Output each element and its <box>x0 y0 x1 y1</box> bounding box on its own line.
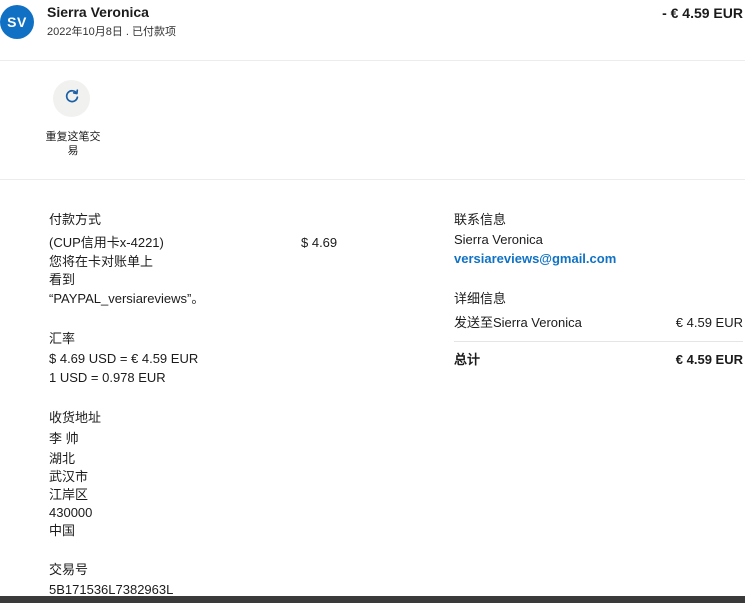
payment-amount: $ 4.69 <box>301 235 338 250</box>
transaction-amount: - € 4.59 EUR <box>662 5 743 21</box>
bottom-bar <box>0 596 745 603</box>
shipping-postcode: 430000 <box>49 505 93 520</box>
payment-method-heading: 付款方式 <box>49 212 102 227</box>
contact-email-link[interactable]: versiareviews@gmail.com <box>454 250 616 268</box>
shipping-city: 武汉市 <box>49 469 89 484</box>
statement-note-line3: “PAYPAL_versiareviews”。 <box>49 291 205 306</box>
sent-to-label: 发送至Sierra Veronica <box>454 315 582 330</box>
shipping-district: 江岸区 <box>49 487 89 502</box>
details-heading: 详细信息 <box>454 291 507 306</box>
details-divider <box>454 341 743 342</box>
sent-to-amount: € 4.59 EUR <box>675 315 743 330</box>
repeat-transaction-label[interactable]: 重复这笔交易 <box>41 130 105 158</box>
contact-info-heading: 联系信息 <box>454 212 507 227</box>
contact-name: Sierra Veronica <box>454 232 543 247</box>
total-label: 总计 <box>454 352 481 367</box>
shipping-address-heading: 收货地址 <box>49 410 102 425</box>
exchange-rate-line1: $ 4.69 USD = € 4.59 EUR <box>49 351 199 366</box>
shipping-name: 李 帅 <box>49 431 79 446</box>
refresh-icon <box>64 88 80 109</box>
action-bar: 重复这笔交易 <box>0 60 745 180</box>
transaction-header: SV Sierra Veronica 2022年10月8日 . 已付款项 - €… <box>0 0 745 61</box>
exchange-rate-line2: 1 USD = 0.978 EUR <box>49 370 166 385</box>
statement-note-line1: 您将在卡对账单上 <box>49 254 154 269</box>
shipping-country: 中国 <box>49 523 76 538</box>
payment-method-card: (CUP信用卡x-4221) <box>49 235 164 250</box>
exchange-rate-heading: 汇率 <box>49 331 76 346</box>
shipping-province: 湖北 <box>49 451 76 466</box>
merchant-name: Sierra Veronica <box>47 4 149 20</box>
transaction-id-heading: 交易号 <box>49 562 89 577</box>
avatar: SV <box>0 5 34 39</box>
total-amount: € 4.59 EUR <box>675 352 743 367</box>
repeat-transaction-button[interactable] <box>53 80 90 117</box>
date-status: 2022年10月8日 . 已付款项 <box>47 26 176 38</box>
statement-note-line2: 看到 <box>49 272 76 287</box>
